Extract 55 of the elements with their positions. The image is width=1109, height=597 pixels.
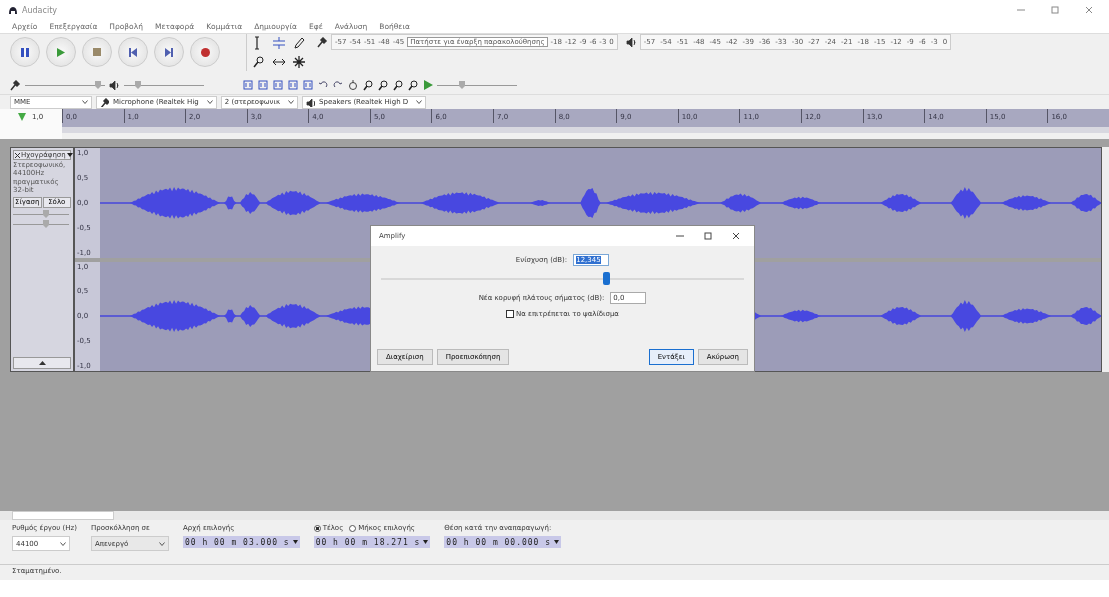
horizontal-scrollbar[interactable] xyxy=(0,511,1109,520)
time-field[interactable]: 00 h 00 m 18.271 s xyxy=(313,536,431,548)
amplification-slider[interactable] xyxy=(381,272,744,286)
close-icon[interactable] xyxy=(732,232,740,240)
maximize-icon[interactable] xyxy=(704,232,712,240)
play-icon xyxy=(56,47,66,57)
microphone-icon xyxy=(100,97,109,107)
checkbox[interactable] xyxy=(506,310,515,318)
skip-to-start-button[interactable] xyxy=(118,37,148,67)
microphone-icon[interactable] xyxy=(10,79,21,91)
output-volume-slider[interactable] xyxy=(124,81,204,89)
dropdown-arrow-icon[interactable] xyxy=(423,540,429,544)
pencil-icon[interactable] xyxy=(292,36,306,50)
speaker-icon xyxy=(306,97,316,107)
stop-icon xyxy=(92,47,102,57)
playback-speed-slider[interactable] xyxy=(437,81,517,89)
vertical-scrollbar[interactable] xyxy=(1102,147,1109,372)
up-arrow-icon xyxy=(38,361,46,365)
time-field[interactable]: 00 h 00 m 00.000 s xyxy=(444,536,562,548)
slider-thumb-icon[interactable] xyxy=(43,219,49,228)
close-icon[interactable] xyxy=(15,152,20,158)
stop-button[interactable] xyxy=(82,37,112,67)
radio-button[interactable] xyxy=(313,524,321,532)
zoom-out-icon[interactable] xyxy=(377,79,389,91)
skip-to-end-button[interactable] xyxy=(154,37,184,67)
slider-thumb-icon[interactable] xyxy=(135,81,142,89)
speaker-icon[interactable] xyxy=(625,36,637,48)
radio-button[interactable] xyxy=(349,524,357,532)
minimize-icon[interactable] xyxy=(676,232,684,240)
dropdown-arrow-icon[interactable] xyxy=(554,540,560,544)
input-volume-slider[interactable] xyxy=(25,81,105,89)
zoom-in-icon[interactable] xyxy=(362,79,374,91)
pan-slider[interactable] xyxy=(13,219,69,228)
speaker-icon[interactable] xyxy=(109,79,120,91)
record-button[interactable] xyxy=(190,37,220,67)
slider-thumb-icon[interactable] xyxy=(95,81,102,89)
multi-tool-icon[interactable] xyxy=(292,55,306,69)
skip-to-start-icon xyxy=(128,47,138,57)
slider-thumb-icon[interactable] xyxy=(43,209,49,218)
app-icon xyxy=(8,5,18,15)
skip-to-end-icon xyxy=(164,47,174,57)
pin-icon[interactable] xyxy=(18,113,26,121)
play-button[interactable] xyxy=(46,37,76,67)
collapse-button[interactable] xyxy=(13,357,71,369)
slider-thumb-icon[interactable] xyxy=(459,81,466,89)
zoom-icon[interactable] xyxy=(252,55,266,69)
window-title: Audacity xyxy=(22,5,58,15)
time-field[interactable]: 00 h 00 m 03.000 s xyxy=(182,536,300,548)
dropdown-arrow-icon[interactable] xyxy=(66,152,73,158)
gain-slider[interactable] xyxy=(13,209,69,218)
record-icon xyxy=(200,47,210,57)
dropdown-arrow-icon[interactable] xyxy=(292,540,298,544)
pause-button[interactable] xyxy=(10,37,40,67)
pause-icon xyxy=(20,47,30,57)
microphone-icon[interactable] xyxy=(317,36,328,48)
